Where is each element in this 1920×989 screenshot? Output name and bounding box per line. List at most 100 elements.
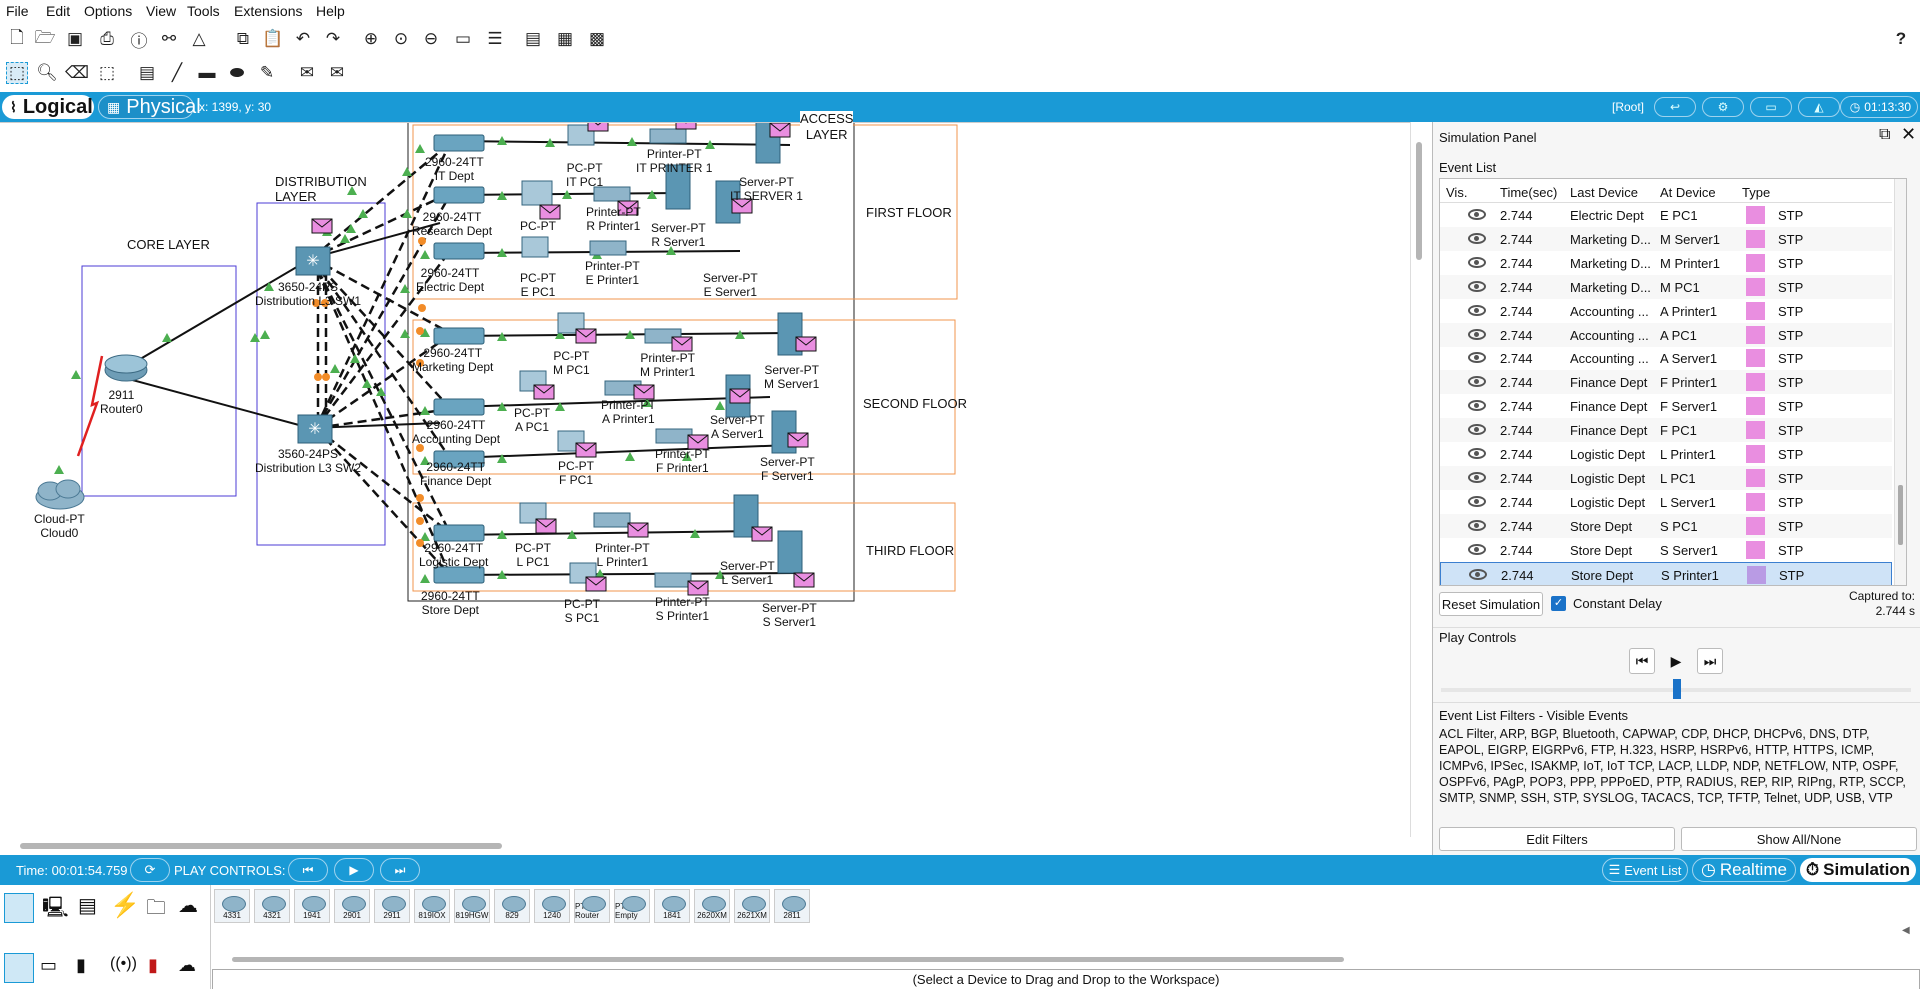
play-speed-slider-handle[interactable] — [1673, 679, 1681, 699]
undock-icon[interactable]: ⧉ — [1879, 126, 1890, 144]
menu-help[interactable]: Help — [316, 3, 345, 19]
device-list-hscroll[interactable] — [232, 957, 1344, 962]
new-file-icon[interactable]: 🗋 — [6, 28, 28, 50]
misc-category[interactable]: 🗀 — [146, 893, 176, 923]
router-model-tile[interactable]: 1841 — [654, 889, 690, 923]
eye-icon[interactable] — [1468, 471, 1486, 483]
connections-category[interactable]: ⚡ — [110, 891, 140, 921]
eye-icon[interactable] — [1468, 352, 1486, 364]
l3-switch-icon-1[interactable]: ✳ — [295, 246, 331, 276]
router-model-tile[interactable]: 2811 — [774, 889, 810, 923]
wan-emulation-subcategory[interactable]: ☁ — [178, 955, 208, 981]
workspace-vscroll[interactable] — [1410, 122, 1426, 837]
eye-icon[interactable] — [1468, 376, 1486, 388]
eye-icon[interactable] — [1468, 448, 1486, 459]
end-devices-category[interactable]: 🖳 — [42, 893, 72, 923]
realtime-mode-button[interactable]: ◷ Realtime — [1692, 858, 1796, 882]
cluster-icon[interactable]: ⚙ — [1702, 97, 1744, 117]
physical-tab[interactable]: ▦ Physical — [98, 95, 201, 119]
routers-subcategory[interactable] — [4, 953, 34, 983]
eye-icon[interactable] — [1469, 568, 1487, 580]
event-row[interactable]: 2.744 Electric Dept E PC1 STP — [1440, 203, 1892, 227]
router-model-tile[interactable]: 819HGW — [454, 889, 490, 923]
router-model-tile[interactable]: 829 — [494, 889, 530, 923]
network-wizard-icon[interactable]: ⚯ — [158, 28, 180, 50]
bar-step-back-button[interactable]: ⏮ — [288, 858, 328, 882]
router-model-tile[interactable]: 2901 — [334, 889, 370, 923]
simple-pdu-icon[interactable]: ✉ — [296, 62, 318, 84]
menu-view[interactable]: View — [146, 3, 176, 19]
help-icon[interactable]: ? — [1890, 28, 1912, 50]
event-list-toggle[interactable]: ☰ Event List — [1602, 858, 1688, 882]
cloud-icon[interactable] — [35, 479, 85, 510]
event-row[interactable]: 2.744 Store Dept S PC1 STP — [1440, 513, 1892, 538]
constant-delay-checkbox[interactable]: ✓ — [1551, 596, 1566, 611]
eye-icon[interactable] — [1468, 304, 1486, 316]
logical-tab[interactable]: ⌇ Logical — [2, 95, 94, 119]
camera-icon[interactable]: ▩ — [586, 28, 608, 50]
event-row[interactable]: 2.744 Accounting ... A PC1 STP — [1440, 322, 1892, 347]
wireless-subcategory[interactable]: ((•)) — [110, 955, 140, 981]
play-button[interactable]: ▶ — [1663, 648, 1689, 674]
l3-switch-icon-2[interactable]: ✳ — [297, 414, 333, 444]
event-row[interactable]: 2.744 Store Dept S Printer1 STP — [1440, 561, 1892, 585]
pdu-list-icon[interactable]: ▦ — [554, 28, 576, 50]
menu-edit[interactable]: Edit — [46, 3, 70, 19]
eye-icon[interactable] — [1468, 519, 1486, 531]
event-row[interactable]: 2.744 Logistic Dept L Printer1 STP — [1440, 442, 1892, 466]
notes-icon[interactable]: ▤ — [522, 28, 544, 50]
custom-device-icon[interactable]: ☰ — [484, 28, 506, 50]
activity-wizard-icon[interactable]: △ — [188, 28, 210, 50]
event-list-scrollbar[interactable] — [1894, 179, 1906, 585]
undo-icon[interactable]: ↶ — [292, 28, 314, 50]
eye-icon[interactable] — [1468, 256, 1486, 268]
simulation-mode-button[interactable]: ⏱ Simulation — [1800, 858, 1916, 882]
event-row[interactable]: 2.744 Marketing D... M PC1 STP — [1440, 274, 1892, 299]
router-model-tile[interactable]: 4321 — [254, 889, 290, 923]
zoom-in-icon[interactable]: ⊕ — [360, 28, 382, 50]
zoom-reset-icon[interactable]: ⊙ — [390, 28, 412, 50]
eye-icon[interactable] — [1468, 424, 1486, 436]
paste-icon[interactable]: 📋 — [262, 28, 284, 50]
menu-tools[interactable]: Tools — [187, 3, 220, 19]
zoom-out-icon[interactable]: ⊖ — [420, 28, 442, 50]
resize-icon[interactable]: ⬚ — [96, 62, 118, 84]
router-model-tile[interactable]: 819IOX — [414, 889, 450, 923]
scroll-left-icon[interactable]: ◀ — [1902, 925, 1910, 936]
draw-rectangle-icon[interactable]: ▬ — [196, 62, 218, 84]
network-devices-category[interactable] — [4, 893, 34, 923]
bar-step-forward-button[interactable]: ⏭ — [380, 858, 420, 882]
step-forward-button[interactable]: ⏭ — [1697, 648, 1723, 674]
workspace-hscroll-thumb[interactable] — [20, 843, 502, 849]
power-cycle-button[interactable]: ⟳ — [130, 858, 170, 882]
open-folder-icon[interactable]: 🗁 — [34, 28, 56, 50]
edit-filters-button[interactable]: Edit Filters — [1439, 827, 1675, 851]
print-icon[interactable]: ⎙ — [96, 28, 118, 50]
router-model-tile[interactable]: 2621XM — [734, 889, 770, 923]
select-icon[interactable]: ⬚ — [6, 62, 28, 84]
place-note-icon[interactable]: ▤ — [136, 62, 158, 84]
event-row[interactable]: 2.744 Logistic Dept L PC1 STP — [1440, 465, 1892, 490]
show-all-none-button[interactable]: Show All/None — [1681, 827, 1917, 851]
step-back-button[interactable]: ⏮ — [1629, 648, 1655, 674]
event-row[interactable]: 2.744 Marketing D... M Printer1 STP — [1440, 251, 1892, 275]
router-model-tile[interactable]: 1240 — [534, 889, 570, 923]
menu-file[interactable]: File — [6, 3, 29, 19]
event-list-table[interactable]: Vis. Time(sec) Last Device At Device Typ… — [1439, 178, 1907, 586]
delete-icon[interactable]: ⌫ — [65, 62, 89, 84]
switches-subcategory[interactable]: ▭ — [40, 955, 70, 981]
back-icon[interactable]: ↩ — [1654, 97, 1696, 117]
event-list-scroll-thumb[interactable] — [1898, 485, 1903, 545]
event-row[interactable]: 2.744 Finance Dept F Server1 STP — [1440, 394, 1892, 418]
event-row[interactable]: 2.744 Logistic Dept L Server1 STP — [1440, 490, 1892, 514]
router-model-tile[interactable]: 2620XM — [694, 889, 730, 923]
eye-icon[interactable] — [1468, 543, 1486, 555]
logical-workspace[interactable]: ✳ ✳ CORE LAYER DISTRIBUTION LAYER ACCESS… — [0, 111, 1410, 849]
info-icon[interactable]: ⓘ — [128, 28, 150, 51]
eye-icon[interactable] — [1468, 232, 1486, 244]
event-row[interactable]: 2.744 Finance Dept F PC1 STP — [1440, 418, 1892, 443]
inspect-icon[interactable]: 🔍︎ — [36, 62, 58, 84]
viewport-icon[interactable]: ▭ — [1750, 97, 1792, 117]
menu-extensions[interactable]: Extensions — [234, 3, 302, 19]
eye-icon[interactable] — [1468, 495, 1486, 507]
